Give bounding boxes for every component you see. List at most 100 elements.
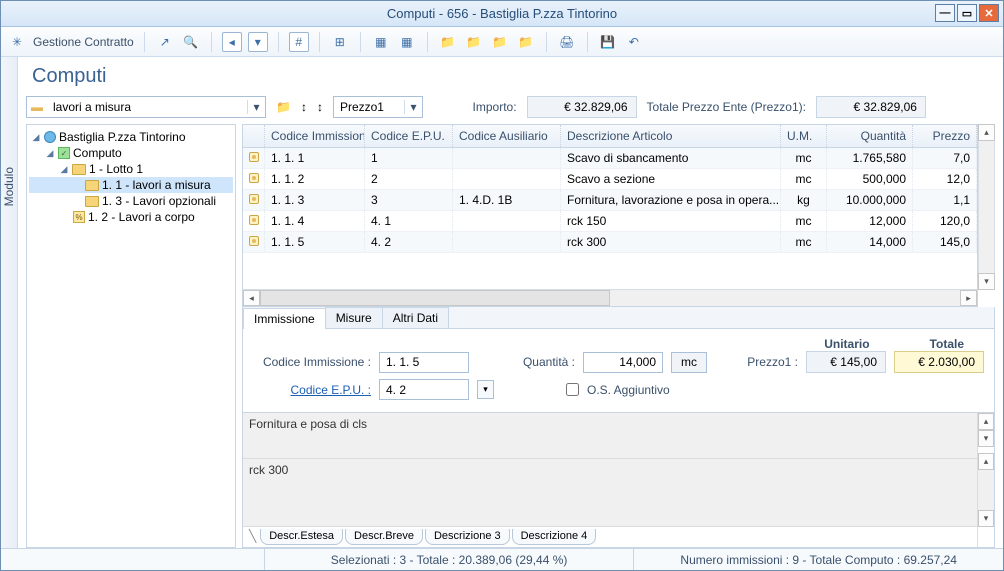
- header-totale: Totale: [930, 337, 964, 351]
- qta-input[interactable]: 14,000: [583, 352, 663, 373]
- importo-label: Importo:: [473, 100, 517, 114]
- doc-icon-2[interactable]: ▦: [397, 32, 417, 52]
- nav-down-button[interactable]: ▾: [248, 32, 268, 52]
- status-bar: Selezionati : 3 - Totale : 20.389,06 (29…: [1, 548, 1003, 570]
- window-title: Computi - 656 - Bastiglia P.zza Tintorin…: [387, 6, 617, 21]
- codepu-lookup-button[interactable]: ▾: [477, 380, 494, 399]
- cell-prezzo: 7,0: [913, 148, 977, 168]
- globe-icon: [44, 131, 56, 143]
- table-row[interactable]: 1. 1. 44. 1rck 150mc12,000120,0: [243, 211, 977, 232]
- doc-icon-1[interactable]: ▦: [371, 32, 391, 52]
- folder-add-icon[interactable]: 📁: [438, 32, 458, 52]
- totale-ente-label: Totale Prezzo Ente (Prezzo1):: [647, 100, 806, 114]
- scroll-down-icon[interactable]: ▾: [978, 273, 995, 290]
- col-codimm[interactable]: Codice Immissione: [265, 125, 365, 147]
- tree-item-3[interactable]: %1. 2 - Lavori a corpo: [29, 209, 233, 225]
- tree-item-1[interactable]: 1. 1 - lavori a misura: [29, 177, 233, 193]
- col-um[interactable]: U.M.: [781, 125, 827, 147]
- close-button[interactable]: ✕: [979, 4, 999, 22]
- folder-icon-4[interactable]: 📁: [516, 32, 536, 52]
- codepu-label[interactable]: Codice E.P.U. :: [253, 383, 371, 397]
- detail-panel: Immissione Misure Altri Dati Unitario To…: [242, 307, 995, 548]
- percent-icon: %: [73, 211, 85, 223]
- btab-desc3[interactable]: Descrizione 3: [425, 529, 510, 545]
- exit-icon[interactable]: ↗: [155, 32, 175, 52]
- codepu-input[interactable]: 4. 2: [379, 379, 469, 400]
- tool-icon-1[interactable]: ⊞: [330, 32, 350, 52]
- print-icon[interactable]: 🖨: [557, 32, 577, 52]
- btab-breve[interactable]: Descr.Breve: [345, 529, 423, 545]
- desc-scroll-up-1[interactable]: ▴: [978, 413, 994, 430]
- filter-icon-2[interactable]: ↕: [301, 100, 307, 114]
- btab-desc4[interactable]: Descrizione 4: [512, 529, 597, 545]
- page-title: Computi: [32, 65, 995, 88]
- cell-prezzo: 145,0: [913, 232, 977, 252]
- type-combo[interactable]: ▬ lavori a misura ▾: [26, 96, 266, 118]
- row-icon: [243, 190, 265, 210]
- col-codaux[interactable]: Codice Ausiliario: [453, 125, 561, 147]
- tree-item-2[interactable]: 1. 3 - Lavori opzionali: [29, 193, 233, 209]
- col-qta[interactable]: Quantità: [827, 125, 913, 147]
- cell-codaux: [453, 148, 561, 168]
- nav-prev-button[interactable]: ◂: [222, 32, 242, 52]
- undo-icon[interactable]: ↶: [624, 32, 644, 52]
- cell-codepu: 2: [365, 169, 453, 189]
- spinner-icon: ✳: [7, 32, 27, 52]
- contract-menu[interactable]: Gestione Contratto: [33, 35, 134, 49]
- col-prezzo[interactable]: Prezzo: [913, 125, 977, 147]
- scroll-left-icon[interactable]: ◂: [243, 290, 260, 306]
- folder-icon-3[interactable]: 📁: [490, 32, 510, 52]
- scroll-right-icon[interactable]: ▸: [960, 290, 977, 306]
- table-row[interactable]: 1. 1. 22Scavo a sezionemc500,00012,0: [243, 169, 977, 190]
- folder-icon-2[interactable]: 📁: [464, 32, 484, 52]
- btab-estesa[interactable]: Descr.Estesa: [260, 529, 343, 545]
- price-combo-value: Prezzo1: [334, 100, 404, 114]
- desc-scroll-up-2[interactable]: ▴: [978, 453, 994, 470]
- cell-qta: 500,000: [827, 169, 913, 189]
- tab-altri-dati[interactable]: Altri Dati: [382, 307, 449, 328]
- cell-codimm: 1. 1. 4: [265, 211, 365, 231]
- grid-hscroll[interactable]: ◂ ▸: [243, 289, 977, 306]
- totale-ente-value: € 32.829,06: [816, 96, 926, 118]
- os-checkbox[interactable]: [566, 383, 579, 396]
- os-label: O.S. Aggiuntivo: [587, 383, 670, 397]
- hash-button[interactable]: #: [289, 32, 309, 52]
- side-tab-label: Modulo: [2, 167, 16, 206]
- cell-codimm: 1. 1. 3: [265, 190, 365, 210]
- prezzo-unit: € 145,00: [806, 351, 886, 373]
- side-tab[interactable]: Modulo: [1, 57, 18, 548]
- chevron-down-icon: ▾: [247, 100, 265, 114]
- table-row[interactable]: 1. 1. 11Scavo di sbancamentomc1.765,5807…: [243, 148, 977, 169]
- scroll-thumb[interactable]: [260, 290, 610, 306]
- maximize-button[interactable]: ▭: [957, 4, 977, 22]
- cell-codepu: 1: [365, 148, 453, 168]
- table-row[interactable]: 1. 1. 54. 2rck 300mc14,000145,0: [243, 232, 977, 253]
- save-icon[interactable]: 💾: [598, 32, 618, 52]
- desc-box-2[interactable]: rck 300: [243, 459, 977, 527]
- price-combo[interactable]: Prezzo1 ▾: [333, 96, 423, 118]
- desc-scroll-down-2[interactable]: ▾: [978, 510, 994, 527]
- codimm-label: Codice Immissione :: [253, 355, 371, 369]
- table-row[interactable]: 1. 1. 331. 4.D. 1BFornitura, lavorazione…: [243, 190, 977, 211]
- filter-icon-3[interactable]: ↕: [317, 100, 323, 114]
- desc-scroll-down-1[interactable]: ▾: [978, 430, 994, 447]
- search-icon[interactable]: 🔍: [181, 32, 201, 52]
- cell-um: mc: [781, 232, 827, 252]
- tab-misure[interactable]: Misure: [325, 307, 383, 328]
- cell-codimm: 1. 1. 5: [265, 232, 365, 252]
- tree-lotto[interactable]: ◢1 - Lotto 1: [29, 161, 233, 177]
- tree-computo[interactable]: ◢✓Computo: [29, 145, 233, 161]
- codimm-input[interactable]: 1. 1. 5: [379, 352, 469, 373]
- tab-immissione[interactable]: Immissione: [243, 308, 326, 329]
- minimize-button[interactable]: —: [935, 4, 955, 22]
- filter-icon-1[interactable]: 📁: [276, 100, 291, 114]
- um-button[interactable]: mc: [671, 352, 707, 373]
- row-icon: [243, 169, 265, 189]
- titlebar: Computi - 656 - Bastiglia P.zza Tintorin…: [1, 1, 1003, 27]
- col-codepu[interactable]: Codice E.P.U.: [365, 125, 453, 147]
- col-descr[interactable]: Descrizione Articolo: [561, 125, 781, 147]
- cell-codimm: 1. 1. 2: [265, 169, 365, 189]
- desc-box-1[interactable]: Fornitura e posa di cls: [243, 413, 977, 459]
- scroll-up-icon[interactable]: ▴: [978, 124, 995, 141]
- tree-root[interactable]: ◢Bastiglia P.zza Tintorino: [29, 129, 233, 145]
